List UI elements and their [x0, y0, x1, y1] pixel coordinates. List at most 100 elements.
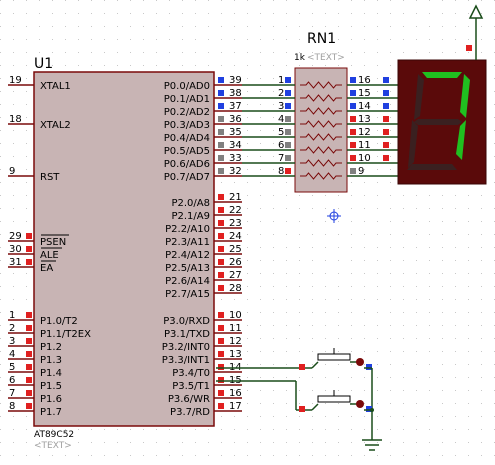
- pin-name: P2.1/A9: [171, 211, 210, 222]
- pin-number: 18: [9, 114, 22, 125]
- rn1-pin-marker: [350, 77, 356, 83]
- pin-number: 33: [229, 153, 242, 164]
- pin-marker: [218, 194, 224, 200]
- pin-marker: [218, 325, 224, 331]
- pin-marker: [218, 338, 224, 344]
- pin-name: P2.4/A12: [165, 250, 210, 261]
- pin-marker: [26, 233, 32, 239]
- pin-marker: [218, 155, 224, 161]
- display-pin-marker: [383, 90, 389, 96]
- pin-name: XTAL1: [40, 81, 71, 92]
- rn1-value-label: 1k: [294, 53, 306, 63]
- display-pin-marker: [383, 129, 389, 135]
- pin-number: 38: [229, 88, 242, 99]
- pin-name: P0.6/AD6: [164, 159, 210, 170]
- pin-name: P1.0/T2: [40, 316, 78, 327]
- display-pin-marker: [383, 142, 389, 148]
- pin-number: 16: [229, 388, 242, 399]
- pin-marker: [26, 246, 32, 252]
- pin-name: P1.4: [40, 368, 62, 379]
- pin-name: P2.3/A11: [165, 237, 210, 248]
- schematic-canvas[interactable]: U1 AT89C52 <TEXT> 19 XTAL1 18 XTAL2 9 RST 29 PS…: [0, 0, 495, 465]
- pin-number: 21: [229, 192, 242, 203]
- pin-name: P2.5/A13: [165, 263, 210, 274]
- pin-marker: [218, 312, 224, 318]
- pin-name: P3.3/INT1: [162, 355, 210, 366]
- pin-marker: [218, 77, 224, 83]
- pin-name: P1.3: [40, 355, 62, 366]
- rn1-pin-marker: [285, 103, 291, 109]
- pin-marker: [218, 351, 224, 357]
- pin-number: 29: [9, 231, 22, 242]
- rn1-pin-marker: [350, 129, 356, 135]
- pin-number: 11: [229, 323, 242, 334]
- rn1-pin-marker: [350, 116, 356, 122]
- pin-number: 7: [9, 388, 15, 399]
- pin-number: 10: [229, 310, 242, 321]
- pin-number: 26: [229, 257, 242, 268]
- pin-number: 4: [9, 349, 15, 360]
- pin-name: P1.2: [40, 342, 62, 353]
- segment-a: [422, 72, 462, 78]
- rn1-pin-marker: [285, 155, 291, 161]
- pin-name: P0.7/AD7: [164, 172, 210, 183]
- pin-marker: [218, 207, 224, 213]
- pin-name: P1.6: [40, 394, 62, 405]
- rn1-ref-label: RN1: [307, 31, 336, 47]
- pin-marker: [218, 103, 224, 109]
- pin-marker: [218, 220, 224, 226]
- pin-number: 28: [229, 283, 242, 294]
- segment-d: [407, 164, 457, 170]
- pin-marker: [218, 285, 224, 291]
- pin-name: P2.2/A10: [165, 224, 210, 235]
- pin-name: P3.7/RD: [170, 407, 210, 418]
- pin-marker: [26, 390, 32, 396]
- rn1-pin-marker: [285, 168, 291, 174]
- pin-marker: [218, 246, 224, 252]
- pin-marker: [26, 403, 32, 409]
- segment-g: [414, 119, 462, 125]
- pin-number: 3: [9, 336, 15, 347]
- pin-number: 24: [229, 231, 242, 242]
- pin-number: 34: [229, 140, 242, 151]
- pin-marker: [218, 390, 224, 396]
- pin-name: P2.0/A8: [171, 198, 210, 209]
- pin-name: P0.0/AD0: [164, 81, 210, 92]
- schematic-svg: U1 AT89C52 <TEXT> 19XTAL118XTAL29RST29PS…: [0, 0, 495, 465]
- pin-number: 1: [9, 310, 15, 321]
- pin-number: 35: [229, 127, 242, 138]
- rn1-pin-marker: [350, 155, 356, 161]
- pin-number: 30: [9, 244, 22, 255]
- u1-chip[interactable]: U1 AT89C52 <TEXT> 19XTAL118XTAL29RST29PS…: [8, 56, 242, 451]
- rn1-pin-marker: [285, 142, 291, 148]
- pin-marker: [218, 116, 224, 122]
- rn1-pin-marker: [285, 129, 291, 135]
- pin-name: RST: [40, 172, 60, 183]
- pin-number: 2: [9, 323, 15, 334]
- rn1-pin-marker: [350, 90, 356, 96]
- rn1-pin-marker: [285, 90, 291, 96]
- pin-number: 12: [229, 336, 242, 347]
- pin-name: ALE: [40, 250, 59, 261]
- pin-marker: [218, 364, 224, 370]
- pin-marker: [218, 259, 224, 265]
- pin-number: 6: [9, 375, 15, 386]
- pin-number: 23: [229, 218, 242, 229]
- pin-marker: [26, 351, 32, 357]
- pin-marker: [218, 129, 224, 135]
- pin-marker: [26, 312, 32, 318]
- rn1-text-placeholder: <TEXT>: [307, 53, 345, 63]
- pin-number: 5: [9, 362, 15, 373]
- display-pin-marker: [383, 155, 389, 161]
- pin-name: P0.5/AD5: [164, 146, 210, 157]
- pin-number: 17: [229, 401, 242, 412]
- pin-name: P3.0/RXD: [163, 316, 210, 327]
- pin-number: 37: [229, 101, 242, 112]
- pin-marker: [218, 142, 224, 148]
- pin-name: EA: [40, 263, 53, 274]
- pin-name: P0.3/AD3: [164, 120, 210, 131]
- pin-name: XTAL2: [40, 120, 71, 131]
- pin-marker: [218, 403, 224, 409]
- display-common-pin-marker: [466, 45, 472, 51]
- pin-marker: [218, 272, 224, 278]
